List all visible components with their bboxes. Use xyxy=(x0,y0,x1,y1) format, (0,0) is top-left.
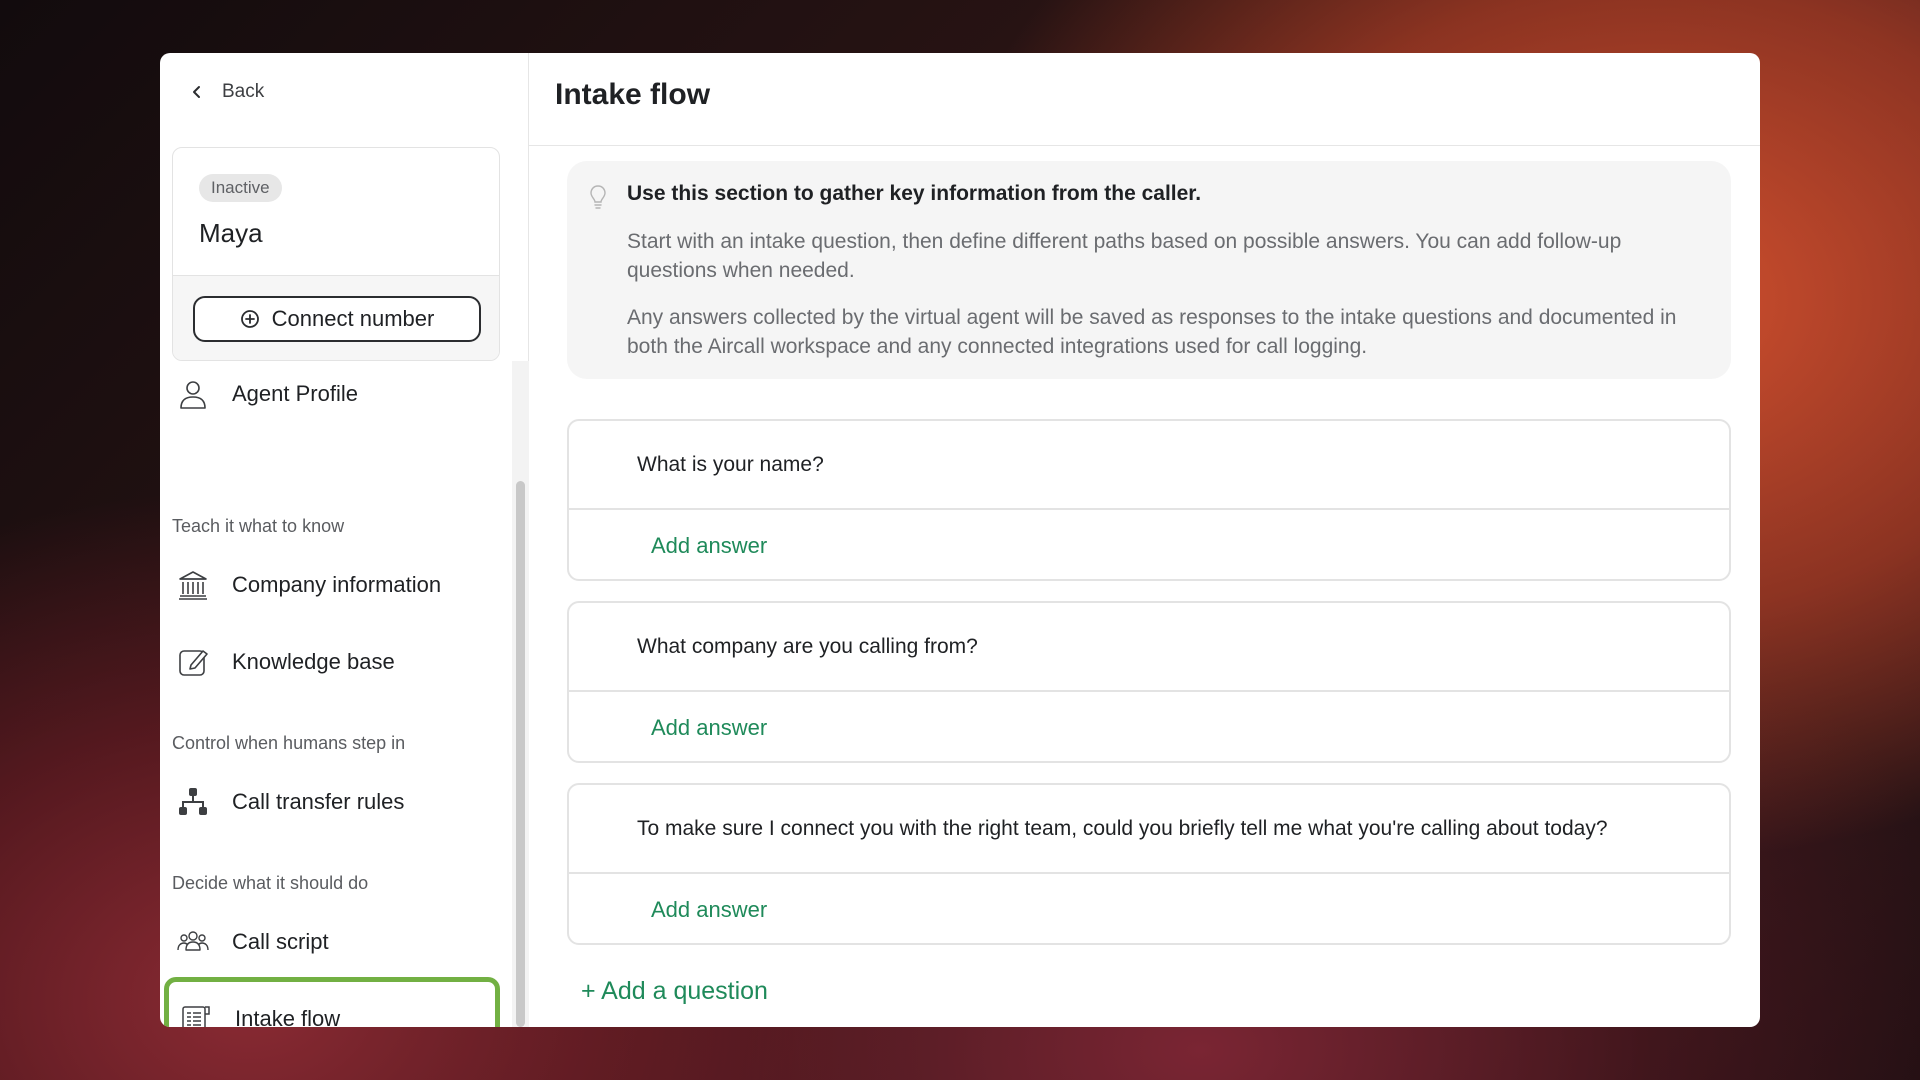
question-text[interactable]: To make sure I connect you with the righ… xyxy=(569,785,1729,874)
sidebar-item-label: Call script xyxy=(232,929,329,954)
sidebar-item-intake-flow[interactable]: Intake flow xyxy=(164,977,500,1027)
main-header: Intake flow xyxy=(529,53,1760,146)
question-card: What is your name? Add answer xyxy=(567,419,1731,581)
hierarchy-icon xyxy=(179,788,207,815)
add-answer-button[interactable]: Add answer xyxy=(569,510,1729,579)
add-answer-button[interactable]: Add answer xyxy=(569,874,1729,943)
page-title: Intake flow xyxy=(555,78,711,111)
info-paragraph: Start with an intake question, then defi… xyxy=(627,230,1622,282)
add-answer-button[interactable]: Add answer xyxy=(569,692,1729,761)
status-badge: Inactive xyxy=(199,174,282,202)
question-text[interactable]: What is your name? xyxy=(569,421,1729,510)
chevron-left-icon xyxy=(193,86,200,98)
sidebar-item-label: Call transfer rules xyxy=(232,789,405,814)
back-button[interactable]: Back xyxy=(190,81,264,103)
edit-note-icon xyxy=(179,650,208,676)
connect-number-button[interactable]: Connect number xyxy=(193,296,481,342)
user-icon xyxy=(180,381,206,409)
sidebar-item-label: Company information xyxy=(232,572,442,597)
lightbulb-icon xyxy=(590,185,606,209)
sidebar-item-label: Intake flow xyxy=(235,1006,341,1027)
connect-number-label: Connect number xyxy=(271,306,435,331)
sidebar: Back Inactive Maya Connect number Agent … xyxy=(160,53,529,1027)
bank-icon xyxy=(179,571,207,600)
sidebar-item-call-script[interactable]: Call script xyxy=(172,911,492,973)
sidebar-scrollbar[interactable] xyxy=(512,361,529,1027)
section-label-humans: Control when humans step in xyxy=(172,733,406,753)
sidebar-item-label: Agent Profile xyxy=(232,381,358,406)
main-content: Intake flow Use this section to gather k… xyxy=(529,53,1760,1027)
agent-name: Maya xyxy=(199,218,263,248)
app-window: Back Inactive Maya Connect number Agent … xyxy=(160,53,1760,1027)
info-box: Use this section to gather key informati… xyxy=(567,161,1731,379)
add-question-button[interactable]: + Add a question xyxy=(581,977,768,1006)
sidebar-item-knowledge-base[interactable]: Knowledge base xyxy=(172,631,492,693)
section-label-do: Decide what it should do xyxy=(172,873,369,893)
sidebar-item-company-information[interactable]: Company information xyxy=(172,554,492,616)
question-text[interactable]: What company are you calling from? xyxy=(569,603,1729,692)
sidebar-item-call-transfer-rules[interactable]: Call transfer rules xyxy=(172,771,492,833)
sidebar-nav: Agent Profile Teach it what to know Comp… xyxy=(160,361,510,1027)
sidebar-item-agent-profile[interactable]: Agent Profile xyxy=(172,363,492,425)
group-icon xyxy=(177,931,209,951)
info-paragraph: Any answers collected by the virtual age… xyxy=(627,306,1677,358)
question-card: To make sure I connect you with the righ… xyxy=(567,783,1731,945)
section-label-know: Teach it what to know xyxy=(172,516,345,536)
back-label: Back xyxy=(222,81,265,102)
plus-circle-icon xyxy=(240,310,259,328)
question-card: What company are you calling from? Add a… xyxy=(567,601,1731,763)
form-icon xyxy=(182,1006,210,1027)
sidebar-item-label: Knowledge base xyxy=(232,649,395,674)
info-title: Use this section to gather key informati… xyxy=(627,182,1202,205)
agent-card: Inactive Maya Connect number xyxy=(172,147,500,361)
scrollbar-thumb[interactable] xyxy=(516,481,525,1027)
